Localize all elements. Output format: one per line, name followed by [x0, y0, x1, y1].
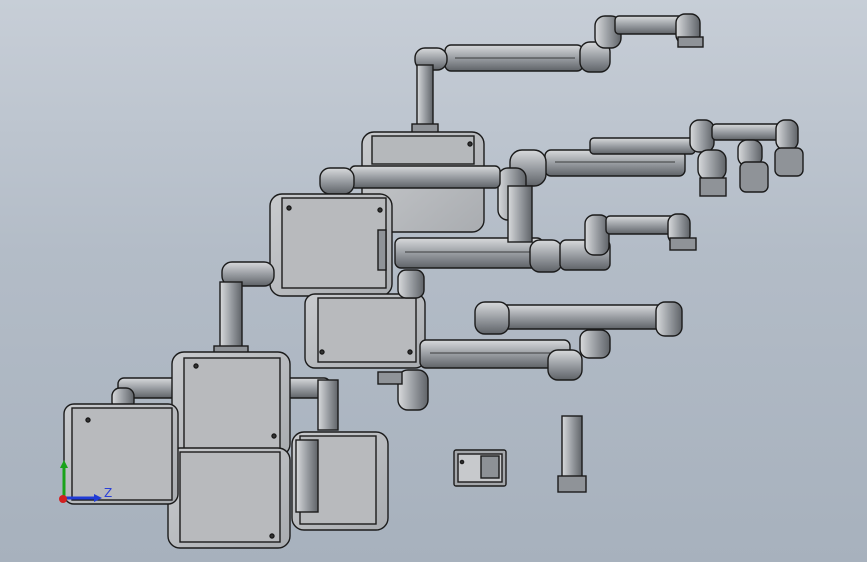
enclosure-box-stack-bottom[interactable]: [167, 447, 291, 549]
enclosure-box-stack-top[interactable]: [171, 351, 291, 457]
triad-z-label: Z: [104, 486, 112, 500]
enclosure-box-rear[interactable]: [291, 431, 389, 531]
graphics-viewport[interactable]: Z: [0, 0, 867, 562]
standalone-riser-part[interactable]: [557, 415, 587, 493]
enclosure-box-left[interactable]: [63, 403, 179, 505]
top-arm-assembly[interactable]: [411, 13, 704, 136]
enclosure-box-mid[interactable]: [269, 193, 393, 297]
right-arm-cluster-upper[interactable]: [497, 119, 804, 221]
riser-pipe-left[interactable]: [213, 261, 275, 357]
cad-model-canvas[interactable]: Z: [0, 0, 867, 562]
control-panel-part[interactable]: [453, 449, 507, 487]
